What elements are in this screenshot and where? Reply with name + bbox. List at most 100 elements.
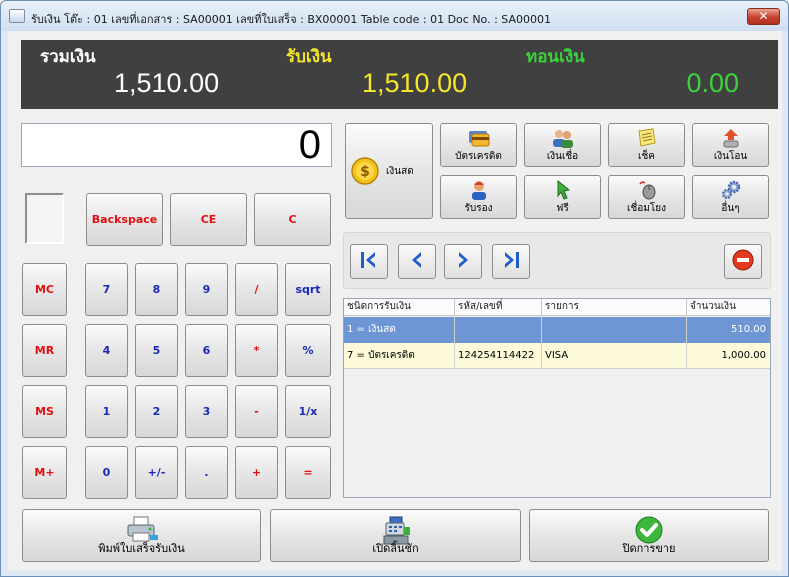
close-sale-label: ปิดการขาย [622,542,676,555]
print-receipt-button[interactable]: พิมพ์ใบเสร็จรับเงิน [22,509,261,562]
row-type: 7 = บัตรเครดิต [344,343,455,369]
received-value: 1,510.00 [362,68,468,98]
payment-transfer-label: เงินโอน [713,151,748,162]
add-button[interactable]: + [235,446,278,499]
col-amount[interactable]: จำนวนเงิน [687,299,770,316]
row-amount: 510.00 [731,324,766,335]
payment-cash-label: เงินสด [386,166,414,177]
payment-credit-label: เงินเชื่อ [546,151,579,162]
key-0[interactable]: 0 [85,446,128,499]
summary-panel: รวมเงิน 1,510.00 รับเงิน 1,510.00 ทอนเงิ… [21,40,778,109]
next-record-button[interactable] [444,244,482,279]
payment-credit-card-button[interactable]: บัตรเครดิต [440,123,517,167]
credit-card-icon [468,128,490,151]
col-item[interactable]: รายการ [542,299,687,316]
last-icon [500,249,522,275]
app-icon [9,9,25,23]
total-label: รวมเงิน [40,47,96,67]
divide-button[interactable]: / [235,263,278,316]
row-code: 124254114422 [455,343,542,369]
row-code [455,317,542,343]
close-button[interactable]: ✕ [747,8,780,25]
key-9[interactable]: 9 [185,263,228,316]
transfer-icon [720,128,742,151]
mouse-icon [636,180,658,203]
sqrt-button[interactable]: sqrt [285,263,331,316]
calculator-display[interactable]: 0 [21,123,332,167]
payment-link-button[interactable]: เชื่อมโยง [608,175,685,219]
payment-credit-card-label: บัตรเครดิต [455,151,502,162]
payment-cash-button[interactable]: $ เงินสด [345,123,433,219]
equals-button[interactable]: = [285,446,331,499]
payment-other-label: อื่นๆ [721,203,740,214]
svg-text:$: $ [360,164,370,180]
mr-button[interactable]: MR [22,324,67,377]
window-title: รับเงิน โต๊ะ : 01 เลขที่เอกสาร : SA00001… [31,13,551,26]
users-icon [551,128,575,151]
reciprocal-button[interactable]: 1/x [285,385,331,438]
col-code[interactable]: รหัส/เลขที่ [455,299,542,316]
payment-table[interactable]: ชนิดการรับเงิน รหัส/เลขที่ รายการ จำนวนเ… [343,298,771,498]
payment-credit-button[interactable]: เงินเชื่อ [524,123,601,167]
payment-entertain-button[interactable]: รับรอง [440,175,517,219]
row-item [542,317,687,343]
row-item: VISA [542,343,687,369]
note-icon [636,128,658,151]
payment-free-label: ฟรี [556,203,569,214]
person-icon [468,180,490,203]
table-row[interactable]: 1 = เงินสด 510.00 [344,317,770,343]
table-header: ชนิดการรับเงิน รหัส/เลขที่ รายการ จำนวนเ… [344,299,770,316]
table-row[interactable]: 7 = บัตรเครดิต 124254114422 VISA 1,000.0… [344,343,770,369]
col-type[interactable]: ชนิดการรับเงิน [344,299,455,316]
previous-record-button[interactable] [398,244,436,279]
payment-cheque-button[interactable]: เช็ค [608,123,685,167]
chevron-right-icon [452,249,474,275]
key-5[interactable]: 5 [135,324,178,377]
payment-entertain-label: รับรอง [464,203,493,214]
key-2[interactable]: 2 [135,385,178,438]
payment-other-button[interactable]: อื่นๆ [692,175,769,219]
close-sale-button[interactable]: ปิดการขาย [529,509,769,562]
record-navigation [343,232,771,289]
chevron-left-icon [406,249,428,275]
multiply-button[interactable]: * [235,324,278,377]
key-7[interactable]: 7 [85,263,128,316]
row-type: 1 = เงินสด [344,317,455,343]
decimal-button[interactable]: . [185,446,228,499]
payment-cheque-label: เช็ค [638,151,655,162]
key-4[interactable]: 4 [85,324,128,377]
backspace-button[interactable]: Backspace [86,193,163,246]
negate-button[interactable]: +/- [135,446,178,499]
key-6[interactable]: 6 [185,324,228,377]
key-8[interactable]: 8 [135,263,178,316]
cursor-icon [552,179,574,203]
total-value: 1,510.00 [114,68,220,98]
key-1[interactable]: 1 [85,385,128,438]
mplus-button[interactable]: M+ [22,446,67,499]
delete-record-button[interactable] [724,244,762,279]
payment-free-button[interactable]: ฟรี [524,175,601,219]
mc-button[interactable]: MC [22,263,67,316]
ce-button[interactable]: CE [170,193,247,246]
payment-link-label: เชื่อมโยง [627,203,666,214]
ms-button[interactable]: MS [22,385,67,438]
percent-button[interactable]: % [285,324,331,377]
row-amount: 1,000.00 [721,350,766,361]
open-drawer-button[interactable]: เปิดลิ้นชัก [270,509,521,562]
open-drawer-label: เปิดลิ้นชัก [372,542,419,555]
subtract-button[interactable]: - [235,385,278,438]
received-label: รับเงิน [286,47,332,67]
title-bar[interactable]: รับเงิน โต๊ะ : 01 เลขที่เอกสาร : SA00001… [1,1,788,31]
memory-indicator [25,193,64,244]
change-label: ทอนเงิน [526,47,585,67]
clear-button[interactable]: C [254,193,331,246]
key-3[interactable]: 3 [185,385,228,438]
first-record-button[interactable] [350,244,388,279]
client-area: รวมเงิน 1,510.00 รับเงิน 1,510.00 ทอนเงิ… [8,31,782,571]
change-value: 0.00 [686,68,739,98]
last-record-button[interactable] [492,244,530,279]
payment-window: รับเงิน โต๊ะ : 01 เลขที่เอกสาร : SA00001… [0,0,789,577]
gears-icon [720,180,742,203]
payment-transfer-button[interactable]: เงินโอน [692,123,769,167]
remove-icon [731,248,755,276]
